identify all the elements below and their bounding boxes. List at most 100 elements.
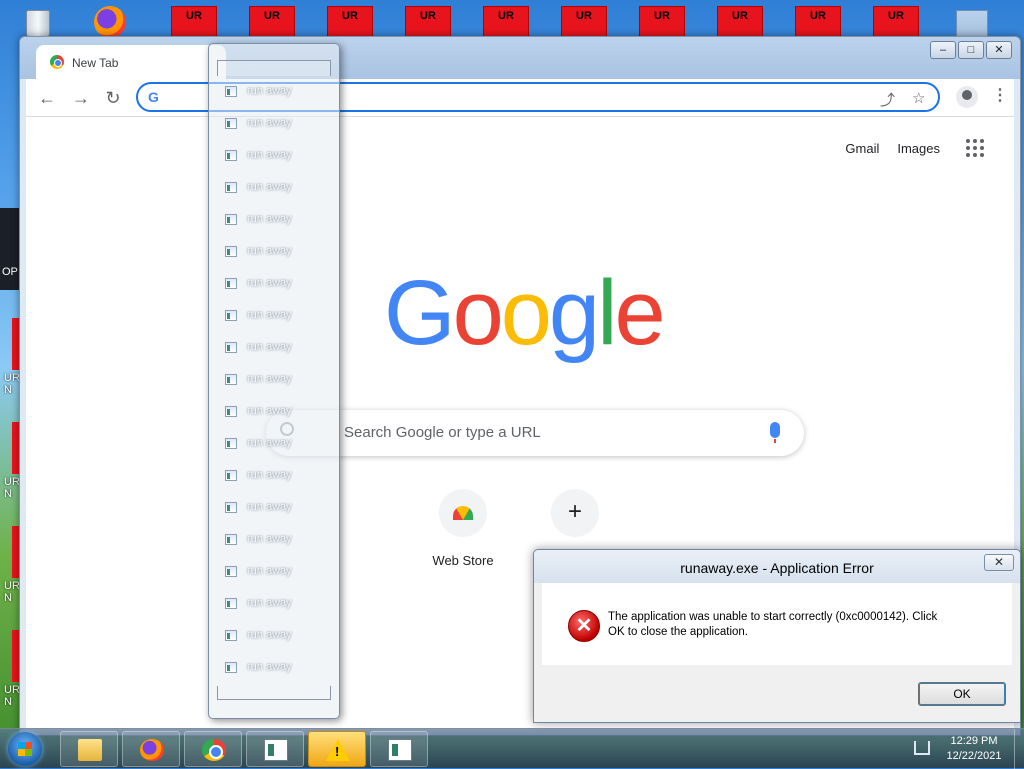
app-window-icon <box>225 342 237 353</box>
firefox-icon <box>140 739 164 761</box>
chrome-titlebar[interactable]: New Tab – □ ✕ <box>20 37 1020 79</box>
app-window-icon <box>225 182 237 193</box>
images-link[interactable]: Images <box>897 141 940 156</box>
list-item[interactable]: run away <box>223 402 333 422</box>
dialog-titlebar[interactable]: runaway.exe - Application Error ✕ <box>534 550 1020 583</box>
back-arrow-icon[interactable]: ← <box>36 87 58 109</box>
apps-grid-icon[interactable] <box>966 139 984 157</box>
add-shortcut-button[interactable]: + <box>530 489 620 553</box>
list-item[interactable]: run away <box>223 466 333 486</box>
taskbar-app-button[interactable] <box>246 731 304 767</box>
ur-side-tile[interactable]: UR N <box>0 318 20 398</box>
ur-side-tile[interactable]: UR N <box>0 422 20 502</box>
search-box[interactable]: Search Google or type a URL <box>266 410 804 456</box>
system-clock[interactable]: 12:29 PM 12/22/2021 <box>938 734 1010 764</box>
network-tray-icon[interactable] <box>914 741 930 755</box>
taskbar: 12:29 PM 12/22/2021 <box>0 728 1024 769</box>
reload-icon[interactable]: ↻ <box>102 87 124 109</box>
app-window-icon <box>225 406 237 417</box>
app-window-icon <box>225 630 237 641</box>
app-window-icon <box>388 739 412 761</box>
ok-button[interactable]: OK <box>918 682 1006 706</box>
tab-new-tab[interactable]: New Tab <box>36 45 226 79</box>
logo-letter: o <box>500 262 552 364</box>
list-item[interactable]: run away <box>223 594 333 614</box>
list-item-label: run away <box>247 373 292 385</box>
ur-side-tile[interactable]: UR N <box>0 630 20 710</box>
list-top-bar <box>217 60 331 76</box>
app-window-icon <box>225 214 237 225</box>
dialog-close-button[interactable]: ✕ <box>984 554 1014 571</box>
forward-arrow-icon[interactable]: → <box>70 87 92 109</box>
web-store-icon <box>453 506 473 520</box>
list-item[interactable]: run away <box>223 242 333 262</box>
app-window-icon <box>225 534 237 545</box>
list-item[interactable]: run away <box>223 82 333 102</box>
taskbar-explorer-button[interactable] <box>60 731 118 767</box>
warning-icon <box>326 739 350 761</box>
app-window-icon <box>225 502 237 513</box>
logo-letter: G <box>384 262 456 364</box>
close-window-button[interactable]: ✕ <box>986 41 1012 59</box>
app-window-icon <box>225 662 237 673</box>
app-window-icon <box>225 598 237 609</box>
list-item[interactable]: run away <box>223 338 333 358</box>
clock-time: 12:29 PM <box>950 735 998 747</box>
firefox-desktop-icon[interactable] <box>94 6 140 40</box>
list-item[interactable]: run away <box>223 114 333 134</box>
google-g-icon: G <box>148 89 159 105</box>
list-item-label: run away <box>247 309 292 321</box>
shortcut-web-store[interactable]: Web Store <box>418 489 508 568</box>
list-item[interactable]: run away <box>223 658 333 678</box>
app-window-icon <box>225 438 237 449</box>
dialog-body: ✕ The application was unable to start co… <box>542 583 1012 665</box>
list-item-label: run away <box>247 277 292 289</box>
app-window-icon <box>225 118 237 129</box>
error-icon: ✕ <box>568 610 600 642</box>
list-item[interactable]: run away <box>223 306 333 326</box>
folder-icon <box>78 739 102 761</box>
list-item[interactable]: run away <box>223 530 333 550</box>
error-message: The application was unable to start corr… <box>608 611 938 638</box>
microphone-icon[interactable] <box>770 422 780 443</box>
app-window-icon <box>225 86 237 97</box>
menu-dots-icon[interactable]: ⋮ <box>992 85 1008 105</box>
list-item[interactable]: run away <box>223 370 333 390</box>
taskbar-chrome-button[interactable] <box>184 731 242 767</box>
app-window-icon <box>225 150 237 161</box>
list-item[interactable]: run away <box>223 210 333 230</box>
search-placeholder: Search Google or type a URL <box>344 424 541 441</box>
browser-toolbar: ← → ↻ G ⤴ ☆ ⋮ <box>26 79 1014 117</box>
restore-button[interactable]: □ <box>958 41 984 59</box>
list-item[interactable]: run away <box>223 626 333 646</box>
list-item-label: run away <box>247 341 292 353</box>
google-logo: Google <box>384 262 666 364</box>
app-window-icon <box>225 278 237 289</box>
list-item[interactable]: run away <box>223 498 333 518</box>
list-item[interactable]: run away <box>223 178 333 198</box>
list-item-label: run away <box>247 469 292 481</box>
taskbar-app-button[interactable] <box>370 731 428 767</box>
tab-title: New Tab <box>72 56 119 70</box>
list-item[interactable]: run away <box>223 434 333 454</box>
list-item[interactable]: run away <box>223 562 333 582</box>
list-item[interactable]: run away <box>223 146 333 166</box>
minimize-button[interactable]: – <box>930 41 956 59</box>
chrome-favicon-icon <box>50 55 64 69</box>
star-icon[interactable]: ☆ <box>912 89 925 107</box>
list-item-label: run away <box>247 437 292 449</box>
app-window-icon <box>225 374 237 385</box>
list-item[interactable]: run away <box>223 274 333 294</box>
ur-side-tile[interactable]: UR N <box>0 526 20 606</box>
list-item-label: run away <box>247 181 292 193</box>
show-desktop-button[interactable] <box>1014 729 1024 769</box>
start-button[interactable] <box>8 732 42 766</box>
recycle-bin-icon[interactable] <box>18 4 58 40</box>
taskbar-firefox-button[interactable] <box>122 731 180 767</box>
taskbar-error-button[interactable] <box>308 731 366 767</box>
app-window-icon <box>225 470 237 481</box>
list-item-label: run away <box>247 213 292 225</box>
profile-icon[interactable] <box>956 86 978 108</box>
share-icon[interactable]: ⤴ <box>880 89 895 110</box>
gmail-link[interactable]: Gmail <box>845 141 879 156</box>
